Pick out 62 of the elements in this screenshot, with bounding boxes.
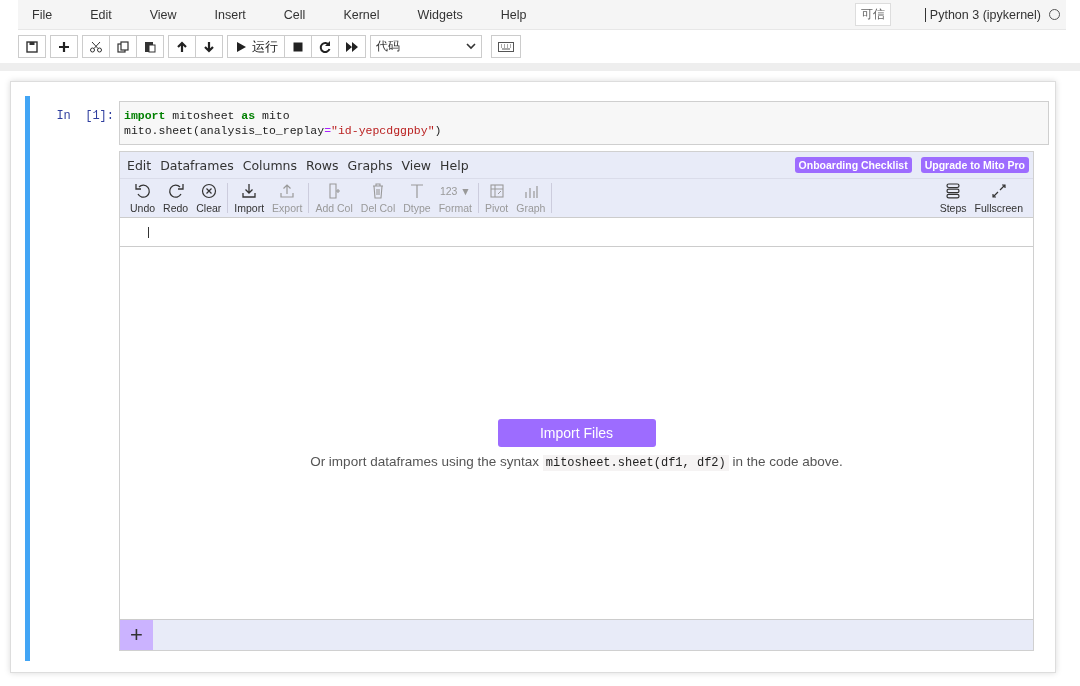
chevron-down-icon — [465, 43, 476, 50]
stack-icon — [944, 182, 963, 200]
up-button[interactable] — [168, 35, 196, 58]
cell-prompt: In [1]: — [55, 108, 115, 125]
expand-icon — [989, 182, 1008, 200]
steps-button[interactable]: Steps — [935, 182, 971, 214]
menu-item[interactable]: Columns — [242, 157, 298, 173]
menu-item[interactable]: Widgets — [417, 7, 463, 22]
menu-item[interactable]: View — [401, 157, 432, 173]
code-editor[interactable]: import mitosheet as mito mito.sheet(analysis_to_replay="id-yepcdggpby") — [119, 101, 1049, 145]
keyboard-icon — [497, 41, 514, 52]
upload-icon — [278, 182, 297, 200]
undo-icon — [133, 182, 152, 200]
menu-item[interactable]: Help — [500, 7, 527, 22]
arrow-up-icon — [175, 39, 189, 54]
run-button[interactable]: 运行 — [227, 35, 285, 58]
paste-button[interactable] — [136, 35, 164, 58]
hint-text: Or import dataframes using the syntax mitosheet.sheet(df1, df2) in the code above. — [310, 453, 843, 470]
undo-button[interactable]: Undo — [126, 182, 160, 214]
text-cursor-icon — [148, 226, 149, 238]
save-button[interactable] — [18, 35, 46, 58]
add-button[interactable] — [50, 35, 78, 58]
stop-button[interactable] — [283, 35, 312, 58]
menu-item[interactable]: Graphs — [347, 157, 393, 173]
import-button[interactable]: Import — [230, 182, 269, 214]
menu-item[interactable]: Rows — [306, 157, 339, 173]
paste-icon — [143, 39, 157, 54]
fast-forward-button[interactable] — [337, 35, 366, 58]
fast-forward-icon — [344, 39, 359, 54]
keyboard-button[interactable] — [490, 35, 521, 58]
scissors-icon — [89, 39, 103, 54]
clear-button[interactable]: Clear — [192, 182, 226, 214]
clear-icon — [199, 182, 218, 200]
menu-item[interactable]: Help — [440, 157, 469, 173]
table-icon — [487, 182, 506, 200]
copy-button[interactable] — [109, 35, 137, 58]
trusted-indicator[interactable]: 可信 — [854, 3, 891, 26]
copy-icon — [116, 39, 130, 54]
menu-item[interactable]: Cell — [283, 7, 306, 22]
code-line: mito.sheet(analysis_to_replay="id-yepcdggpby") — [124, 123, 443, 138]
restart-button[interactable] — [310, 35, 339, 58]
cell-type-dropdown[interactable]: 代码 — [369, 35, 482, 58]
cut-button[interactable] — [82, 35, 110, 58]
play-icon — [234, 39, 248, 54]
menu-item[interactable]: Kernel — [343, 7, 380, 22]
menu-item[interactable]: Edit — [90, 7, 112, 22]
code-line: import mitosheet as mito — [124, 108, 291, 123]
down-button[interactable] — [195, 35, 223, 58]
download-icon — [240, 182, 259, 200]
redo-icon — [166, 182, 185, 200]
menu-item[interactable]: Edit — [127, 157, 152, 173]
menu-item[interactable]: File — [32, 7, 53, 22]
menu-item[interactable]: Dataframes — [160, 157, 234, 173]
plus-icon — [57, 39, 71, 54]
redo-button[interactable]: Redo — [159, 182, 193, 214]
fullscreen-button[interactable]: Fullscreen — [970, 182, 1027, 214]
menu-item[interactable]: Insert — [214, 7, 246, 22]
refresh-icon — [317, 39, 332, 54]
kernel-name[interactable]: Python 3 (ipykernel) — [924, 7, 1041, 22]
menu-item[interactable]: View — [149, 7, 177, 22]
add-sheet-button[interactable]: + — [120, 620, 153, 650]
arrow-down-icon — [202, 39, 216, 54]
